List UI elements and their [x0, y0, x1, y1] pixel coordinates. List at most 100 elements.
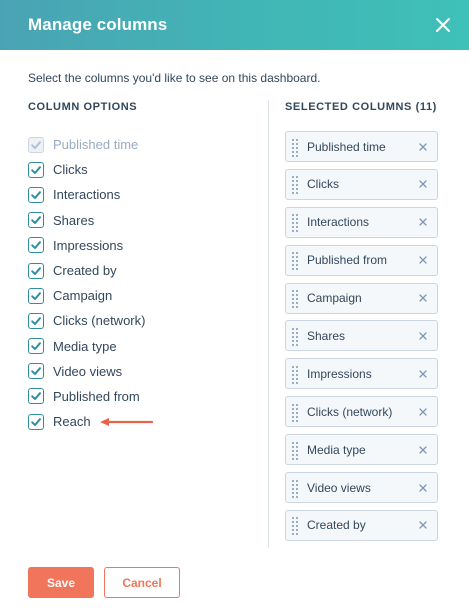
column-option-label: Clicks	[53, 162, 88, 178]
checkbox[interactable]	[28, 237, 44, 254]
close-icon	[419, 180, 427, 189]
checkbox[interactable]	[28, 262, 44, 279]
checkmark-icon	[31, 216, 41, 225]
selected-column-chip[interactable]: Interactions	[285, 206, 438, 238]
selected-column-label: Created by	[307, 518, 366, 533]
column-option[interactable]: Impressions	[28, 233, 258, 258]
checkmark-icon	[31, 165, 41, 174]
checkmark-icon	[31, 291, 41, 300]
selected-column-label: Clicks (network)	[307, 404, 393, 419]
column-options-heading: COLUMN OPTIONS	[28, 101, 138, 113]
selected-column-label: Clicks	[307, 177, 339, 192]
selected-columns-heading: SELECTED COLUMNS (11)	[285, 101, 437, 113]
close-icon	[419, 256, 427, 264]
column-option-label: Shares	[53, 212, 95, 228]
drag-handle-icon[interactable]	[292, 176, 298, 195]
remove-column-button[interactable]	[418, 142, 428, 152]
selected-column-chip[interactable]: Clicks (network)	[285, 396, 438, 428]
column-option-label: Reach	[53, 414, 91, 430]
remove-column-button[interactable]	[418, 407, 428, 417]
checkmark-icon	[31, 417, 41, 426]
remove-column-button[interactable]	[418, 483, 428, 493]
close-icon	[419, 370, 427, 378]
selected-column-chip[interactable]: Clicks	[285, 168, 438, 200]
cancel-button[interactable]: Cancel	[104, 567, 180, 598]
selected-column-chip[interactable]: Impressions	[285, 358, 438, 390]
selected-column-label: Published time	[307, 139, 386, 154]
close-icon	[419, 408, 427, 416]
drag-handle-icon[interactable]	[292, 403, 298, 422]
selected-column-chip[interactable]: Published time	[285, 131, 438, 162]
drag-handle-icon[interactable]	[292, 479, 298, 498]
drag-handle-icon[interactable]	[292, 252, 298, 271]
column-option-label: Interactions	[53, 187, 121, 203]
selected-column-label: Shares	[307, 328, 346, 343]
drag-handle-icon[interactable]	[292, 327, 298, 346]
column-option[interactable]: Created by	[28, 258, 258, 283]
close-icon	[419, 294, 427, 302]
checkbox[interactable]	[28, 388, 44, 405]
remove-column-button[interactable]	[418, 179, 428, 189]
checkbox[interactable]	[28, 287, 44, 304]
column-option-label: Video views	[53, 363, 123, 379]
selected-column-label: Published from	[307, 253, 388, 268]
column-option-label: Campaign	[53, 288, 113, 304]
checkmark-icon	[31, 317, 41, 325]
column-option[interactable]: Reach	[28, 409, 258, 434]
save-button[interactable]: Save	[28, 567, 94, 598]
checkmark-icon	[31, 266, 41, 275]
checkbox[interactable]	[28, 413, 44, 430]
instructions-text: Select the columns you'd like to see on …	[28, 71, 321, 85]
selected-column-label: Media type	[307, 442, 366, 457]
close-button[interactable]	[431, 13, 455, 37]
remove-column-button[interactable]	[418, 255, 428, 265]
remove-column-button[interactable]	[418, 369, 428, 379]
column-option[interactable]: Published from	[28, 384, 258, 409]
drag-handle-icon[interactable]	[292, 138, 298, 157]
selected-column-chip[interactable]: Video views	[285, 472, 438, 504]
drag-handle-icon[interactable]	[292, 214, 298, 233]
column-option[interactable]: Media type	[28, 334, 258, 359]
drag-handle-icon[interactable]	[292, 290, 298, 309]
column-divider	[268, 100, 269, 548]
checkmark-icon	[31, 140, 41, 149]
close-icon	[419, 142, 427, 151]
column-option[interactable]: Clicks	[28, 157, 258, 182]
remove-column-button[interactable]	[418, 217, 428, 227]
column-option-label: Media type	[53, 338, 117, 354]
column-option[interactable]: Interactions	[28, 182, 258, 207]
selected-column-chip[interactable]: Media type	[285, 434, 438, 466]
drag-handle-icon[interactable]	[292, 517, 298, 536]
selected-column-label: Interactions	[307, 215, 370, 230]
remove-column-button[interactable]	[418, 331, 428, 341]
remove-column-button[interactable]	[418, 293, 428, 303]
checkbox[interactable]	[28, 312, 44, 329]
column-option[interactable]: Shares	[28, 208, 258, 233]
selected-column-label: Campaign	[307, 291, 362, 306]
column-option[interactable]: Clicks (network)	[28, 308, 258, 333]
selected-column-label: Video views	[307, 480, 371, 495]
checkbox[interactable]	[28, 212, 44, 229]
checkbox[interactable]	[28, 186, 44, 203]
remove-column-button[interactable]	[418, 445, 428, 455]
checkbox[interactable]	[28, 338, 44, 355]
column-option[interactable]: Campaign	[28, 283, 258, 308]
remove-column-button[interactable]	[418, 520, 428, 530]
drag-handle-icon[interactable]	[292, 365, 298, 384]
selected-column-chip[interactable]: Shares	[285, 320, 438, 352]
column-options-list: Published time Clicks Interactions Shares Im…	[28, 132, 258, 434]
selected-column-label: Impressions	[307, 366, 372, 381]
column-option-label: Impressions	[53, 237, 124, 253]
modal-title: Manage columns	[28, 15, 168, 34]
checkbox	[28, 136, 44, 153]
close-icon	[419, 332, 427, 340]
selected-column-chip[interactable]: Published from	[285, 244, 438, 276]
checkbox[interactable]	[28, 363, 44, 380]
selected-column-chip[interactable]: Campaign	[285, 282, 438, 314]
column-option[interactable]: Video views	[28, 359, 258, 384]
drag-handle-icon[interactable]	[292, 441, 298, 460]
close-icon	[419, 483, 427, 492]
selected-column-chip[interactable]: Created by	[285, 509, 438, 541]
checkbox[interactable]	[28, 161, 44, 178]
modal-header: Manage columns	[0, 0, 469, 50]
